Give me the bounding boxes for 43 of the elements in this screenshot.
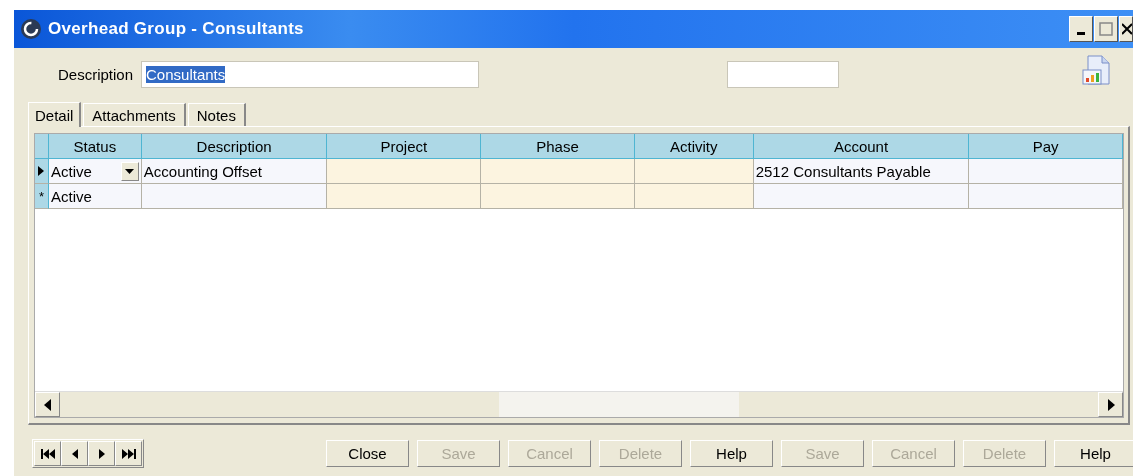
table-cell: 2512 Consultants Payable — [753, 159, 970, 184]
maximize-icon — [1099, 22, 1113, 36]
close-icon — [1122, 23, 1132, 35]
first-record-button[interactable] — [34, 441, 61, 466]
minimize-icon — [1077, 31, 1085, 35]
tab[interactable]: Detail — [28, 102, 82, 127]
description-label: Description — [58, 65, 134, 83]
action-button[interactable]: Help — [690, 440, 773, 467]
column-header[interactable]: Status — [48, 134, 142, 159]
current-row-icon — [38, 166, 45, 176]
table-cell: Accounting Offset — [141, 159, 328, 184]
column-header[interactable]: Activity — [634, 134, 754, 159]
scroll-right-icon[interactable] — [1106, 398, 1115, 411]
window-title: Overhead Group - Consultants — [48, 19, 304, 39]
previous-record-button[interactable] — [61, 441, 88, 466]
scrollbar-thumb[interactable] — [499, 392, 739, 417]
column-header[interactable]: Phase — [481, 134, 635, 159]
description-field[interactable]: Consultants — [141, 60, 480, 88]
next-icon — [98, 448, 105, 459]
column-header[interactable]: Account — [753, 134, 970, 159]
status-dropdown[interactable]: Active — [48, 159, 142, 184]
next-record-button[interactable] — [88, 441, 115, 466]
column-header[interactable]: Project — [327, 134, 482, 159]
description-value: Consultants — [146, 65, 226, 83]
close-button[interactable] — [1119, 16, 1133, 42]
new-row-marker: * — [38, 188, 44, 204]
tab[interactable]: Notes — [187, 103, 246, 126]
app-logo-icon — [20, 18, 42, 40]
maximize-button[interactable] — [1094, 16, 1118, 42]
action-button[interactable]: Close — [326, 440, 409, 467]
last-icon — [121, 448, 136, 459]
minimize-button[interactable] — [1069, 16, 1093, 42]
input-field[interactable] — [727, 60, 840, 88]
scroll-left-icon[interactable] — [43, 398, 52, 411]
action-button[interactable]: Help — [1054, 440, 1133, 467]
last-record-button[interactable] — [115, 441, 142, 466]
column-header[interactable]: Description — [141, 134, 328, 159]
table-cell: Active — [48, 184, 142, 209]
tab[interactable]: Attachments — [83, 103, 186, 126]
previous-icon — [71, 448, 78, 459]
horizontal-scrollbar[interactable] — [35, 391, 1123, 417]
column-header[interactable]: Pay — [969, 134, 1123, 159]
first-icon — [40, 448, 55, 459]
